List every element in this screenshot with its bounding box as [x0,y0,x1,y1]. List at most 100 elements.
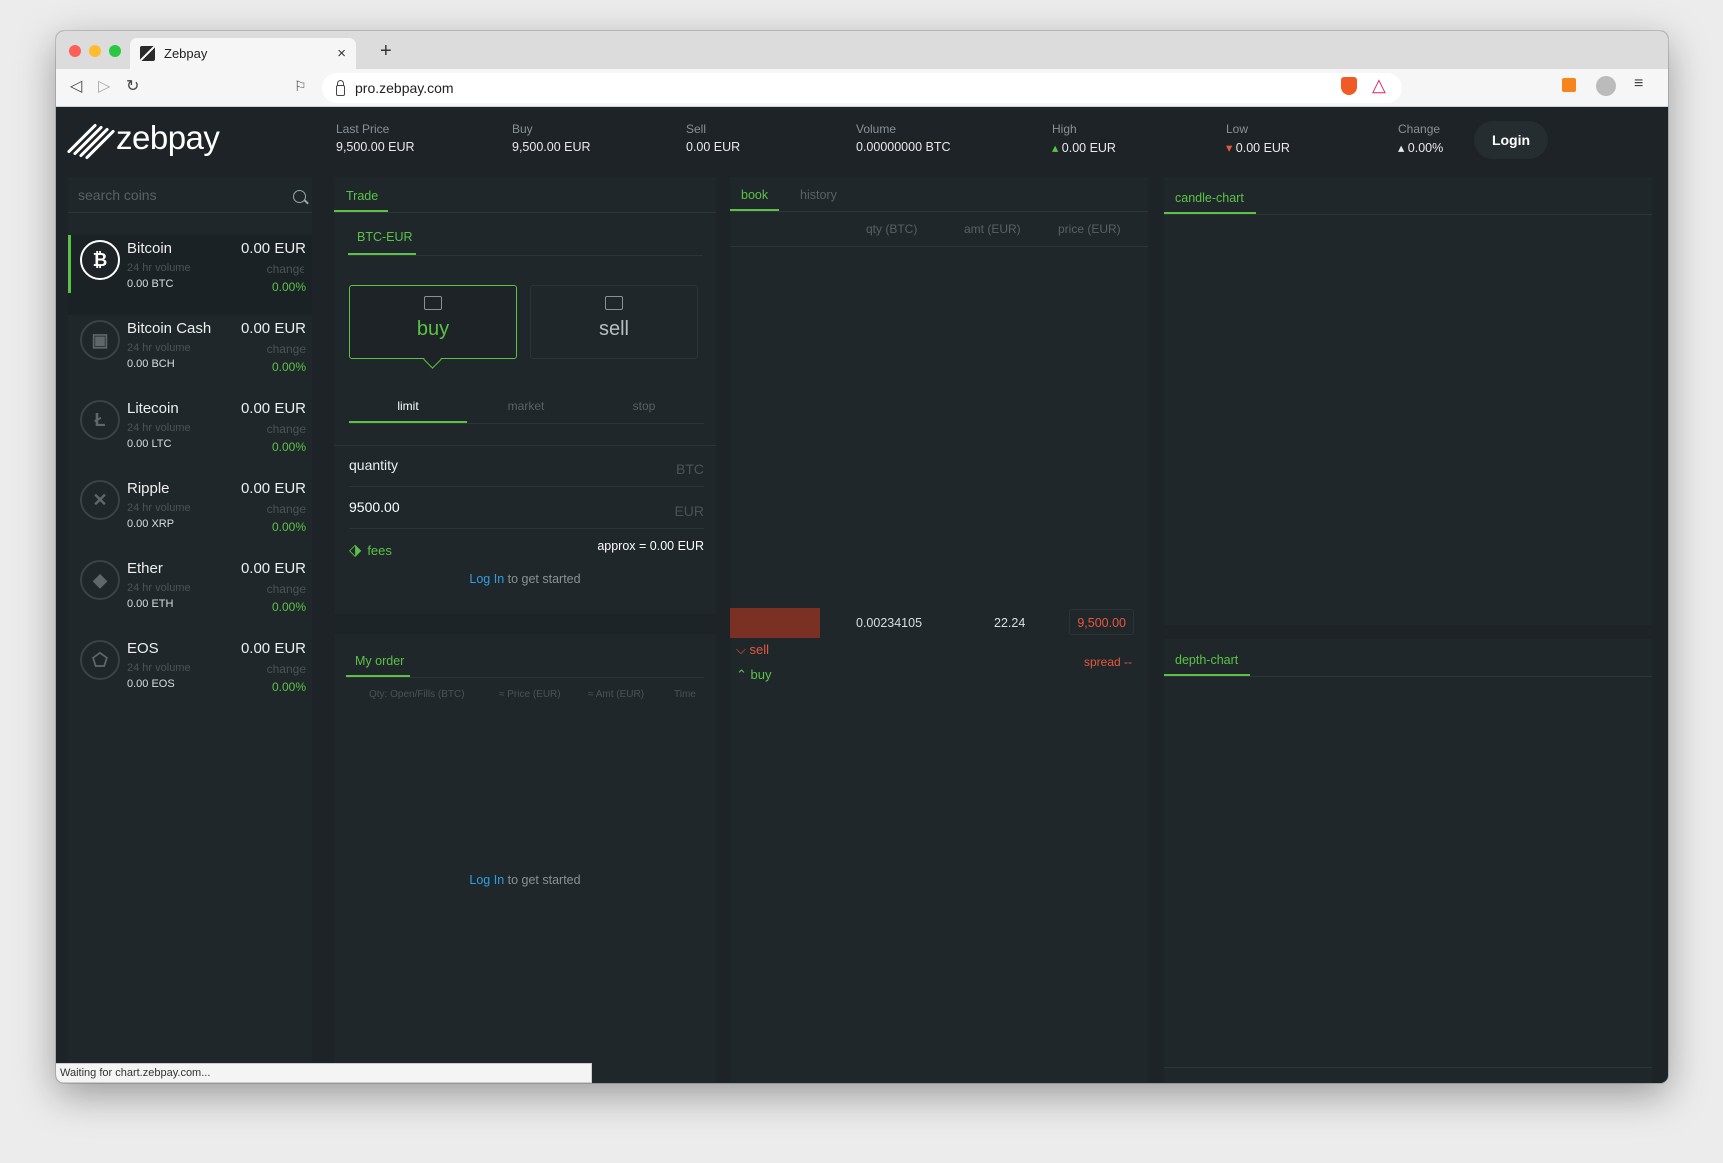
tab-book[interactable]: book [741,188,768,202]
close-tab-icon[interactable]: × [337,45,346,62]
tab-depth-chart[interactable]: depth-chart [1175,653,1238,667]
bitcoin-cash-icon: ▣ [80,320,120,360]
fees-link[interactable]: ⬗ fees [349,540,392,560]
coin-name: Bitcoin [127,240,173,257]
coin-change-label: change [266,262,306,276]
tab-candle-chart[interactable]: candle-chart [1175,191,1244,205]
price-value: 9500.00 [349,499,400,515]
coin-change: 0.00% [271,280,306,294]
coin-item-bitcoin-cash[interactable]: ▣ Bitcoin Cash 24 hr volume 0.00 BCH 0.0… [68,315,312,395]
bitcoin-icon: ₿ [80,240,120,280]
reload-icon[interactable]: ↻ [126,76,139,96]
stat-label: Sell [686,122,707,136]
tab-trade[interactable]: Trade [346,189,378,203]
zebpay-logo[interactable]: zebpay [66,119,220,160]
tab-stop[interactable]: stop [585,399,703,413]
bookmark-icon[interactable]: ⚐ [294,78,307,95]
coin-item-ether[interactable]: ◆ Ether 24 hr volume 0.00 ETH 0.00 EUR c… [68,555,312,635]
pair-tab-btc-eur[interactable]: BTC-EUR [357,230,413,244]
order-book-panel: book history qty (BTC) amt (EUR) price (… [730,177,1148,1083]
coin-amount: 0.00 LTC [127,438,172,450]
zebpay-favicon-icon [140,46,155,61]
login-link[interactable]: Log In [469,873,504,887]
coin-price: 0.00 EUR [240,240,306,257]
depth-chart-panel: depth-chart [1164,639,1652,1083]
stat-label: High [1052,122,1077,136]
tab-my-order[interactable]: My order [355,654,404,668]
stat-last-price: Last Price 9,500.00 EUR [336,122,415,154]
tag-icon: ⬗ [349,542,362,559]
stat-label: Change [1398,122,1441,136]
coin-item-ripple[interactable]: ✕ Ripple 24 hr volume 0.00 XRP 0.00 EUR … [68,475,312,555]
coin-volume-label: 24 hr volume [127,422,191,434]
close-window-button[interactable] [69,45,81,57]
coin-change: 0.00% [271,360,306,374]
coin-name: Bitcoin Cash [127,320,212,337]
address-bar[interactable]: pro.zebpay.com [322,73,1402,103]
stat-value: 0.00 EUR [1061,141,1116,155]
wallet-icon [605,296,623,310]
divider [730,246,1148,247]
brave-rewards-icon[interactable]: △ [1372,75,1386,96]
ether-icon: ◆ [80,560,120,600]
wallet-icon [424,296,442,310]
coin-amount: 0.00 BCH [127,358,175,370]
zebpay-app: zebpay Last Price 9,500.00 EUR Buy 9,500… [56,107,1668,1083]
search-coins-input[interactable]: search coins [68,177,312,213]
stat-value: 0.00 EUR [1235,141,1290,155]
tab-history[interactable]: history [800,188,837,202]
buy-label: buy [416,318,450,340]
back-icon[interactable]: ◁ [70,76,82,96]
coin-volume-label: 24 hr volume [127,502,191,514]
coin-change: 0.00% [271,600,306,614]
login-prompt: Log In to get started [334,873,716,887]
brave-shield-icon[interactable] [1341,77,1357,95]
up-arrow-icon: ▴ [1052,141,1059,155]
coin-change-label: change [266,342,306,356]
search-placeholder: search coins [78,186,157,203]
col-qty: Qty: Open/Fills (BTC) [369,689,465,700]
col-price: ≈ Price (EUR) [499,689,561,700]
coin-price: 0.00 EUR [240,640,306,657]
stat-sell: Sell 0.00 EUR [686,122,740,154]
coin-change: 0.00% [271,440,306,454]
metamask-icon[interactable] [1562,78,1576,92]
price-unit: EUR [674,503,704,519]
divider [730,211,1148,212]
chevron-up-icon: ⌃ [736,667,747,682]
tab-limit[interactable]: limit [349,399,467,413]
col-qty: qty (BTC) [866,222,918,236]
search-icon[interactable] [293,190,306,203]
coin-change: 0.00% [271,680,306,694]
sell-button[interactable]: sell [530,285,698,359]
browser-status-bar: Waiting for chart.zebpay.com... [56,1063,592,1083]
maximize-window-button[interactable] [109,45,121,57]
forward-icon[interactable]: ▷ [98,76,110,96]
fees-label: fees [367,542,392,558]
login-button[interactable]: Login [1474,121,1548,159]
sell-section-toggle[interactable]: ⌵ sell [736,642,769,658]
menu-icon[interactable]: ≡ [1634,75,1643,93]
buy-section-toggle[interactable]: ⌃ buy [736,667,772,683]
price-field[interactable]: 9500.00 EUR [349,487,704,529]
coin-name: Ether [127,560,163,577]
quantity-field[interactable]: quantity BTC [349,445,704,487]
coin-item-bitcoin[interactable]: ₿ Bitcoin 24 hr volume 0.00 BTC 0.00 EUR… [68,235,312,315]
coin-amount: 0.00 EOS [127,678,175,690]
stat-value: 0.00000000 BTC [856,140,951,154]
tab-market[interactable]: market [467,399,585,413]
coin-item-litecoin[interactable]: Ł Litecoin 24 hr volume 0.00 LTC 0.00 EU… [68,395,312,475]
sell-label: sell [598,318,629,340]
coin-amount: 0.00 XRP [127,518,175,530]
browser-tab[interactable]: Zebpay × [130,38,356,69]
new-tab-icon[interactable]: + [380,40,392,63]
profile-icon[interactable] [1596,76,1616,96]
order-book-row[interactable]: 0.00234105 22.24 9,500.00 [730,608,1148,638]
minimize-window-button[interactable] [89,45,101,57]
coin-name: Ripple [127,480,170,497]
coin-item-eos[interactable]: ⬠ EOS 24 hr volume 0.00 EOS 0.00 EUR cha… [68,635,312,715]
candle-chart-panel: candle-chart [1164,177,1652,625]
login-link[interactable]: Log In [469,572,504,586]
coin-change-label: change [266,662,306,676]
buy-button[interactable]: buy [349,285,517,359]
